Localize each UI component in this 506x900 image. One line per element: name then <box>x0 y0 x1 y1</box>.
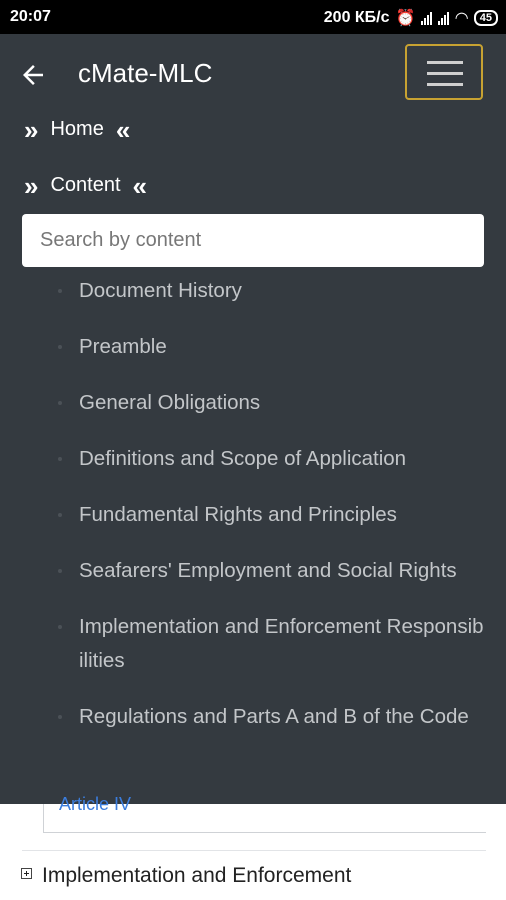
expand-plus-icon[interactable] <box>21 868 32 879</box>
article-iv-link[interactable]: Article IV <box>59 794 131 815</box>
status-indicators: 200 КБ/с ⏰ ◠ 45 <box>324 8 498 28</box>
content-list: Document History Preamble General Obliga… <box>0 274 506 804</box>
content-item-fundamental-rights[interactable]: Fundamental Rights and Principles <box>0 498 506 532</box>
section-divider <box>22 850 486 851</box>
content-item-implementation-responsibilities[interactable]: Implementation and Enforcement Responsib… <box>0 610 506 678</box>
content-item-document-history[interactable]: Document History <box>0 274 506 308</box>
signal-icon <box>421 11 433 25</box>
page-content-behind: Article IV Implementation and Enforcemen… <box>0 794 506 900</box>
double-chevron-left-icon: « <box>115 114 131 145</box>
nav-home-label: Home <box>50 118 104 140</box>
navigation-drawer: cMate-MLC » Home « » Content « Search by… <box>0 34 506 804</box>
content-item-seafarers-employment[interactable]: Seafarers' Employment and Social Rights <box>0 554 506 588</box>
signal-icon-2 <box>438 11 450 25</box>
network-speed: 200 КБ/с <box>323 9 390 26</box>
app-header: cMate-MLC <box>0 34 506 114</box>
content-item-label: Regulations and Parts A and B of the Cod… <box>79 705 469 728</box>
content-item-label: General Obligations <box>79 391 261 414</box>
status-time: 20:07 <box>10 8 51 25</box>
content-item-general-obligations[interactable]: General Obligations <box>0 386 506 420</box>
search-input[interactable]: Search by content <box>22 214 484 267</box>
nav-content-link[interactable]: » Content « <box>24 170 147 201</box>
menu-toggle-button[interactable] <box>405 44 483 100</box>
alarm-icon: ⏰ <box>395 10 416 27</box>
content-item-label: Document History <box>79 279 242 302</box>
content-item-label: Preamble <box>79 335 167 358</box>
back-arrow-icon[interactable] <box>18 60 48 90</box>
content-item-preamble[interactable]: Preamble <box>0 330 506 364</box>
double-chevron-right-icon: » <box>24 170 39 201</box>
wifi-icon: ◠ <box>455 10 468 27</box>
tree-connector <box>43 804 44 832</box>
nav-home-link[interactable]: » Home « <box>24 114 131 145</box>
search-placeholder: Search by content <box>40 229 202 251</box>
tree-divider <box>43 832 486 833</box>
double-chevron-right-icon: » <box>24 114 39 145</box>
app-title: cMate-MLC <box>78 58 213 88</box>
content-item-label: Implementation and Enforcement Responsib… <box>79 615 484 672</box>
content-item-definitions[interactable]: Definitions and Scope of Application <box>0 442 506 476</box>
nav-content-label: Content <box>50 174 121 196</box>
content-item-label: Fundamental Rights and Principles <box>79 503 397 526</box>
content-item-label: Definitions and Scope of Application <box>79 447 407 470</box>
section-title[interactable]: Implementation and Enforcement <box>42 864 351 888</box>
content-item-label: Seafarers' Employment and Social Rights <box>79 559 457 582</box>
double-chevron-left-icon: « <box>132 170 147 201</box>
content-item-regulations-code[interactable]: Regulations and Parts A and B of the Cod… <box>0 700 506 734</box>
battery-icon: 45 <box>473 10 498 26</box>
status-bar: 20:07 200 КБ/с ⏰ ◠ 45 <box>0 0 506 34</box>
